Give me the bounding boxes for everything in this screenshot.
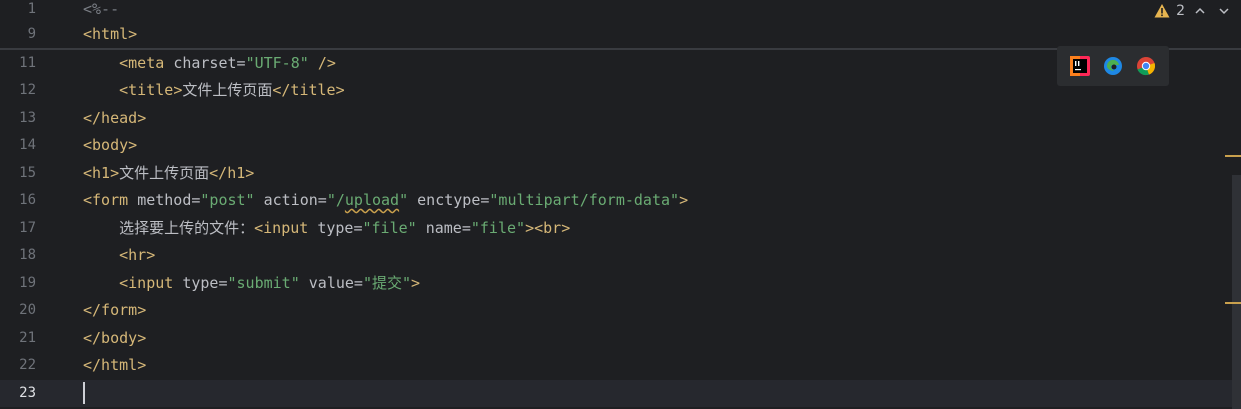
code-text: 选择要上传的文件：<input type="file" name="file">… <box>83 219 571 237</box>
line-number: 1 <box>27 1 36 17</box>
line-number: 11 <box>19 55 36 71</box>
sticky-lines-header: 1 <%-- 9 <html> <box>0 0 1241 50</box>
code-text: <hr> <box>119 246 156 264</box>
code-line[interactable]: 15 <h1>文件上传页面</h1> <box>0 160 1232 187</box>
warning-stripe-marker[interactable] <box>1225 302 1241 304</box>
sticky-line[interactable]: 1 <%-- <box>0 0 1232 23</box>
warning-icon[interactable] <box>1154 3 1170 19</box>
code-line[interactable]: 20 </form> <box>0 297 1232 324</box>
line-number: 16 <box>19 192 36 208</box>
code-line[interactable]: 14 <body> <box>0 132 1232 159</box>
code-text: </html> <box>83 356 147 374</box>
code-line[interactable]: 11 <meta charset="UTF-8" /> <box>0 50 1232 77</box>
warning-count: 2 <box>1176 3 1185 19</box>
line-number: 14 <box>19 137 36 153</box>
code-line[interactable]: 16 <form method="post" action="/upload" … <box>0 187 1232 214</box>
code-line[interactable]: 19 <input type="submit" value="提交"> <box>0 270 1232 297</box>
warning-stripe-marker[interactable] <box>1225 155 1241 157</box>
chevron-down-icon[interactable] <box>1215 2 1233 20</box>
line-number: 15 <box>19 165 36 181</box>
code-line[interactable]: 13 </head> <box>0 105 1232 132</box>
code-text: <h1>文件上传页面</h1> <box>83 164 255 182</box>
code-text: </body> <box>83 329 147 347</box>
code-line[interactable]: 12 <title>文件上传页面</title> <box>0 77 1232 104</box>
code-line[interactable]: 17 选择要上传的文件：<input type="file" name="fil… <box>0 215 1232 242</box>
intellij-idea-icon[interactable] <box>1069 55 1091 77</box>
code-text: <html> <box>83 25 138 43</box>
text-caret <box>83 382 85 404</box>
code-line[interactable]: 21 </body> <box>0 325 1232 352</box>
sticky-line[interactable]: 9 <html> <box>0 21 1232 48</box>
code-text: <%-- <box>83 0 120 18</box>
line-number: 20 <box>19 302 36 318</box>
line-number: 12 <box>19 82 36 98</box>
code-editor[interactable]: 1 <%-- 9 <html> 11 <meta charset="UTF-8"… <box>0 0 1241 409</box>
code-text: <input type="submit" value="提交"> <box>119 274 421 292</box>
inspection-widget[interactable]: 2 <box>1154 0 1233 22</box>
line-number: 22 <box>19 357 36 373</box>
code-text: </form> <box>83 301 147 319</box>
code-text: <form method="post" action="/upload" enc… <box>83 191 689 209</box>
line-number: 23 <box>19 385 36 401</box>
line-number: 21 <box>19 330 36 346</box>
line-number: 18 <box>19 247 36 263</box>
scrollbar-thumb[interactable] <box>1232 175 1241 409</box>
chrome-icon[interactable] <box>1135 55 1157 77</box>
line-number: 19 <box>19 275 36 291</box>
code-text: <meta charset="UTF-8" /> <box>119 54 336 72</box>
browser-preview-toolbar <box>1057 46 1169 86</box>
chevron-up-icon[interactable] <box>1191 2 1209 20</box>
code-text: </head> <box>83 109 147 127</box>
line-number: 13 <box>19 110 36 126</box>
code-line[interactable]: 18 <hr> <box>0 242 1232 269</box>
line-number: 9 <box>27 26 36 42</box>
code-line[interactable]: 22 </html> <box>0 352 1232 379</box>
edge-icon[interactable] <box>1102 55 1124 77</box>
code-text: <body> <box>83 136 138 154</box>
code-line-current[interactable]: 23 <box>0 380 1232 407</box>
line-number: 17 <box>19 220 36 236</box>
code-text: <title>文件上传页面</title> <box>119 81 345 99</box>
